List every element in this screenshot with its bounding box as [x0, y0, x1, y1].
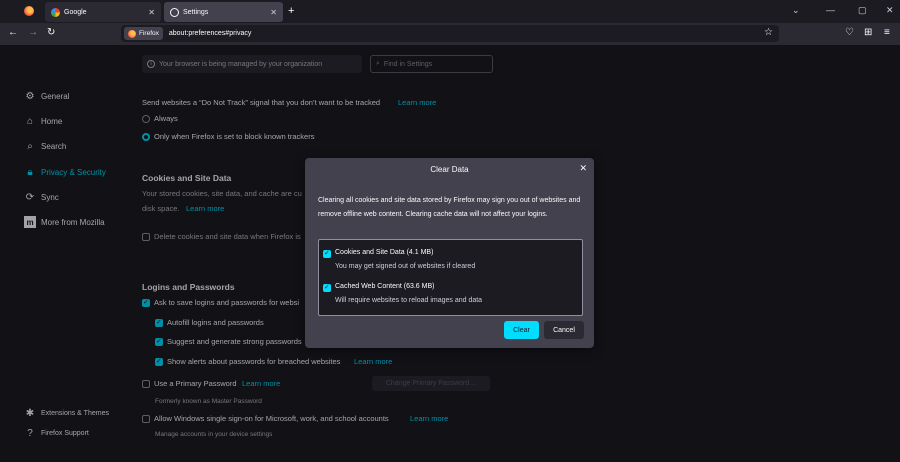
clear-data-dialog: Clear Data ✕ Clearing all cookies and si… [305, 158, 594, 348]
dialog-title: Clear Data [430, 165, 469, 174]
menu-icon[interactable]: ≡ [884, 27, 890, 38]
clear-options-box: Cookies and Site Data (4.1 MB) You may g… [318, 239, 583, 316]
cookies-data-label: Cookies and Site Data (4.1 MB) [335, 249, 434, 256]
arrow-left-icon[interactable]: ← [8, 27, 18, 38]
chevron-down-icon[interactable]: ⌄ [792, 5, 800, 16]
tab-bar: Google ✕ Settings ✕ + ⌄ — ▢ ✕ [0, 0, 900, 23]
identity-box[interactable]: Firefox [124, 27, 163, 40]
tab-label: Settings [183, 8, 209, 16]
tab-google[interactable]: Google ✕ [45, 2, 161, 22]
gear-icon [170, 7, 179, 17]
arrow-right-icon[interactable]: → [28, 27, 38, 38]
star-icon[interactable]: ☆ [764, 27, 773, 38]
identity-label: Firefox [139, 30, 159, 37]
cookies-data-sublabel: You may get signed out of websites if cl… [335, 263, 476, 270]
close-icon[interactable]: ✕ [579, 163, 587, 174]
cached-content-sublabel: Will require websites to reload images a… [335, 297, 483, 304]
minimize-icon[interactable]: — [826, 5, 835, 15]
pocket-icon[interactable]: ♡ [845, 27, 854, 38]
close-icon[interactable]: ✕ [270, 8, 277, 17]
url-text[interactable]: about:preferences#privacy [169, 30, 252, 37]
close-icon[interactable]: ✕ [148, 8, 155, 17]
tab-settings[interactable]: Settings ✕ [164, 2, 283, 22]
google-icon [51, 7, 60, 17]
reload-icon[interactable]: ↻ [47, 27, 55, 38]
url-bar[interactable]: Firefox about:preferences#privacy ☆ [121, 25, 779, 42]
cached-content-label: Cached Web Content (63.6 MB) [335, 283, 435, 290]
cookies-data-checkbox[interactable] [323, 250, 331, 258]
clear-button[interactable]: Clear [504, 321, 539, 339]
extensions-icon[interactable]: ⊞ [864, 27, 872, 38]
maximize-icon[interactable]: ▢ [858, 5, 867, 16]
cached-content-checkbox[interactable] [323, 284, 331, 292]
close-window-icon[interactable]: ✕ [886, 5, 894, 16]
firefox-icon [128, 29, 136, 38]
dialog-description: Clearing all cookies and site data store… [318, 197, 581, 218]
tab-label: Google [64, 8, 87, 16]
cancel-button[interactable]: Cancel [544, 321, 584, 339]
new-tab-button[interactable]: + [288, 5, 294, 17]
firefox-logo-icon[interactable] [24, 6, 34, 16]
